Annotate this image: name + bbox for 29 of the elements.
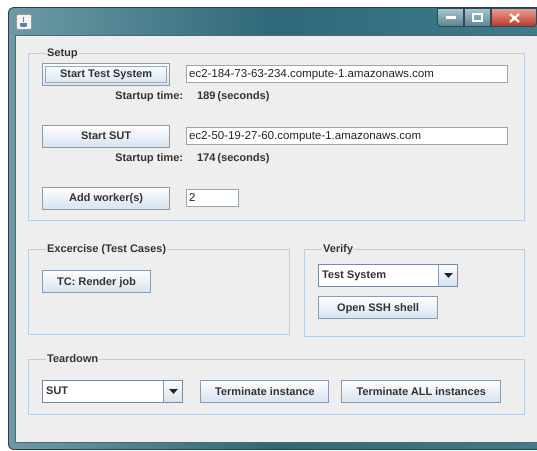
- maximize-button[interactable]: [464, 8, 491, 27]
- open-ssh-button[interactable]: Open SSH shell: [318, 296, 438, 319]
- minimize-icon: [446, 16, 456, 20]
- terminate-button[interactable]: Terminate instance: [200, 380, 330, 403]
- start-button[interactable]: Start Test System: [42, 62, 170, 86]
- startup-time-value: 174 (seconds): [197, 152, 270, 166]
- terminate-button[interactable]: Terminate ALL instances: [341, 380, 501, 403]
- exercise-legend: Excercise (Test Cases): [46, 243, 168, 255]
- coffee-cup-icon: [16, 14, 32, 30]
- workers-field[interactable]: 2: [186, 189, 239, 207]
- caret-icon: [168, 389, 178, 394]
- verify-legend: Verify: [322, 243, 354, 255]
- host-field[interactable]: ec2-50-19-27-60.compute-1.amazonaws.com: [186, 127, 508, 145]
- startup-time-label: Startup time:: [114, 152, 183, 166]
- system-dropdown[interactable]: Test System: [318, 264, 458, 287]
- caret-icon: [444, 273, 452, 278]
- start-button[interactable]: Start SUT: [42, 124, 170, 148]
- startup-time-label: Startup time:: [114, 90, 183, 104]
- close-button[interactable]: [491, 8, 537, 27]
- minimize-button[interactable]: [437, 8, 464, 27]
- startup-time-value: 189 (seconds): [197, 90, 270, 104]
- start-button[interactable]: Add worker(s): [42, 186, 170, 210]
- teardown-legend: Teardown: [46, 353, 100, 365]
- setup-legend: Setup: [46, 47, 79, 59]
- host-field[interactable]: ec2-184-73-63-234.compute-1.amazonaws.com: [186, 65, 508, 83]
- test-case-button[interactable]: TC: Render job: [42, 270, 151, 293]
- instance-dropdown[interactable]: SUT: [42, 380, 183, 403]
- maximize-icon: [472, 13, 483, 22]
- close-icon: [508, 12, 520, 22]
